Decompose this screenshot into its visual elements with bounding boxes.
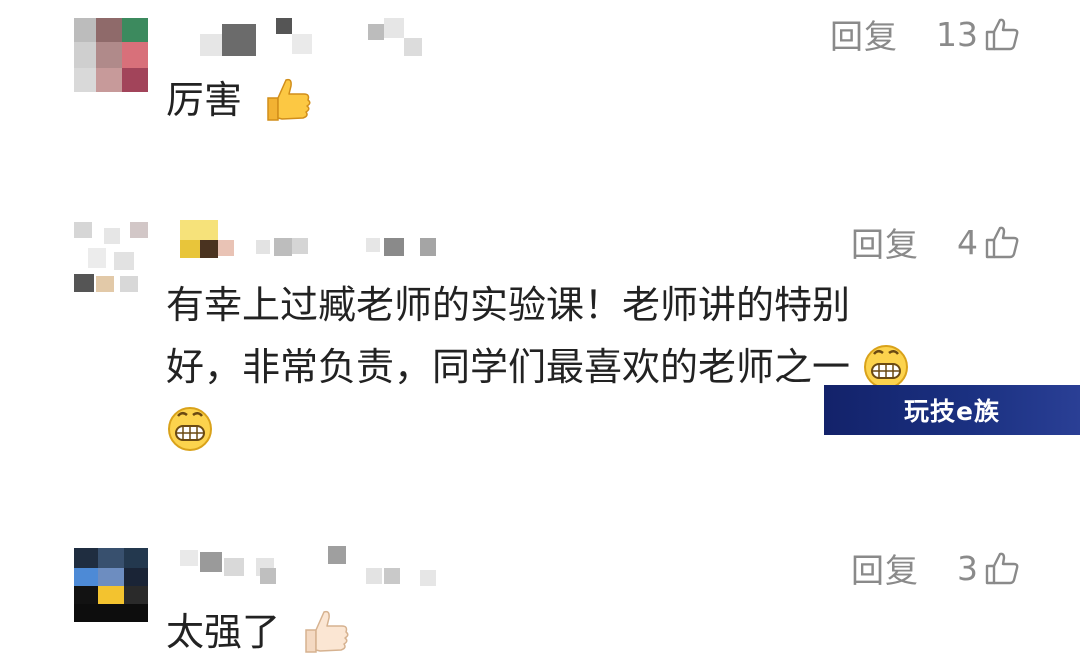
watermark-text: 玩技e族 xyxy=(904,397,1000,426)
comment-text-line: 厉害 xyxy=(166,78,243,122)
like-count: 13 xyxy=(936,14,978,54)
comment-actions: 回复 3 xyxy=(851,544,1020,592)
watermark-banner: 玩技e族 xyxy=(824,385,1080,435)
comment-text-line: 太强了 xyxy=(166,610,281,654)
thumbs-up-outline-icon[interactable] xyxy=(984,224,1020,260)
comment-text-line: 有幸上过臧老师的实验课！老师讲的特别 xyxy=(166,283,851,327)
reply-button[interactable]: 回复 xyxy=(851,218,919,266)
avatar[interactable] xyxy=(74,548,148,622)
reply-button[interactable]: 回复 xyxy=(851,544,919,592)
avatar[interactable] xyxy=(74,18,148,92)
comment-text: 太强了 xyxy=(166,606,352,658)
avatar[interactable] xyxy=(74,222,148,296)
like-count: 4 xyxy=(957,222,978,262)
like-count: 3 xyxy=(957,548,978,588)
thumbs-up-outline-icon[interactable] xyxy=(984,550,1020,586)
comment-actions: 回复 13 xyxy=(830,10,1020,58)
thumbs-up-outline-icon[interactable] xyxy=(984,16,1020,52)
comment-actions: 回复 4 xyxy=(851,218,1020,266)
comment-text: 厉害 xyxy=(166,74,314,126)
thumbs-up-light-icon xyxy=(305,610,349,653)
comment-text-line: 好，非常负责，同学们最喜欢的老师之一 xyxy=(166,345,851,389)
grinning-face-icon xyxy=(168,406,212,451)
grinning-face-icon xyxy=(864,344,909,389)
thumbs-up-icon xyxy=(267,78,311,121)
comment-text: 有幸上过臧老师的实验课！老师讲的特别 好，非常负责，同学们最喜欢的老师之一 xyxy=(166,279,910,451)
reply-button[interactable]: 回复 xyxy=(830,10,898,58)
